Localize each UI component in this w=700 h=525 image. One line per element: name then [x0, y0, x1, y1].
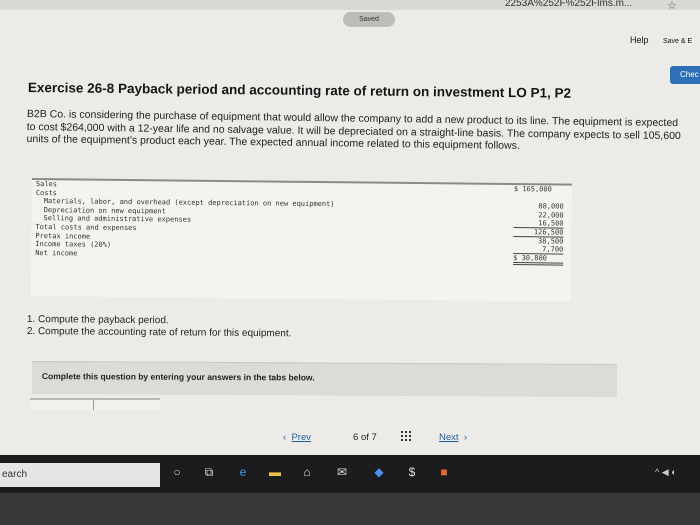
taskbar-search-field[interactable]: earch — [0, 463, 160, 487]
cortana-icon[interactable]: ○ — [170, 465, 184, 479]
row-label: Costs — [35, 188, 57, 197]
help-link[interactable]: Help — [630, 35, 649, 45]
requirement-item: 2. Compute the accounting rate of return… — [26, 325, 292, 340]
browser-screen: 2253A%252F%252Flms.m... ☆ Saved Help Sav… — [0, 0, 700, 455]
row-label: Sales — [35, 180, 58, 189]
prev-label: Prev — [291, 432, 311, 443]
system-tray-icons[interactable]: ^ ◀ ◐ — [655, 467, 677, 478]
row-amount: $ 165,000 — [513, 185, 552, 194]
dropbox-icon[interactable]: ◆ — [372, 465, 386, 479]
prev-button[interactable]: ‹ Prev — [283, 432, 311, 443]
next-label: Next — [439, 432, 459, 443]
requirements-list: 1. Compute the payback period. 2. Comput… — [27, 314, 292, 340]
exercise-intro: B2B Co. is considering the purchase of e… — [26, 108, 681, 152]
edge-icon[interactable]: e — [236, 465, 250, 479]
answer-tab[interactable] — [36, 400, 94, 410]
row-label: Income taxes (20%) — [35, 240, 112, 249]
instruction-banner: Complete this question by entering your … — [31, 361, 617, 398]
bookmark-star-icon[interactable]: ☆ — [667, 0, 677, 12]
save-exit-button[interactable]: Save & E — [663, 38, 692, 45]
url-text[interactable]: 2253A%252F%252Flms.m... — [505, 0, 632, 9]
next-button[interactable]: Next › — [439, 432, 467, 443]
store-icon[interactable]: ⌂ — [300, 465, 314, 479]
windows-taskbar: earch ○ ⧉ e ▬ ⌂ ✉ ◆ $ ■ ^ ◀ ◐ — [0, 455, 700, 493]
page-counter: 6 of 7 — [353, 432, 377, 443]
office-icon[interactable]: ■ — [437, 465, 451, 479]
row-label: Pretax income — [35, 231, 91, 241]
saved-status-badge: Saved — [343, 12, 395, 27]
mail-icon[interactable]: ✉ — [335, 465, 349, 479]
file-explorer-icon[interactable]: ▬ — [268, 465, 282, 479]
address-bar[interactable]: 2253A%252F%252Flms.m... ☆ — [0, 0, 700, 12]
grid-icon[interactable] — [401, 431, 411, 441]
row-label: Net income — [35, 248, 78, 258]
row-amount — [514, 194, 564, 195]
row-label: Total costs and expenses — [35, 223, 137, 233]
chevron-right-icon: › — [463, 432, 467, 443]
dollar-app-icon[interactable]: $ — [405, 465, 419, 479]
exercise-title: Exercise 26-8 Payback period and account… — [27, 80, 572, 101]
check-my-work-button[interactable]: Chec — [670, 66, 700, 84]
chevron-left-icon: ‹ — [283, 432, 287, 443]
answer-tabs[interactable] — [30, 398, 160, 410]
row-amount: 88,000 — [538, 202, 564, 211]
row-amount: 38,500 — [538, 236, 564, 246]
task-view-icon[interactable]: ⧉ — [202, 465, 216, 479]
income-statement-table: Sales $ 165,000 Costs Materials, labor, and… — [30, 178, 572, 302]
row-amount: 22,000 — [538, 211, 564, 220]
instruction-text: Complete this question by entering your … — [41, 371, 315, 383]
desk-surface — [0, 493, 700, 525]
row-amount: $ 30,800 — [513, 253, 564, 266]
